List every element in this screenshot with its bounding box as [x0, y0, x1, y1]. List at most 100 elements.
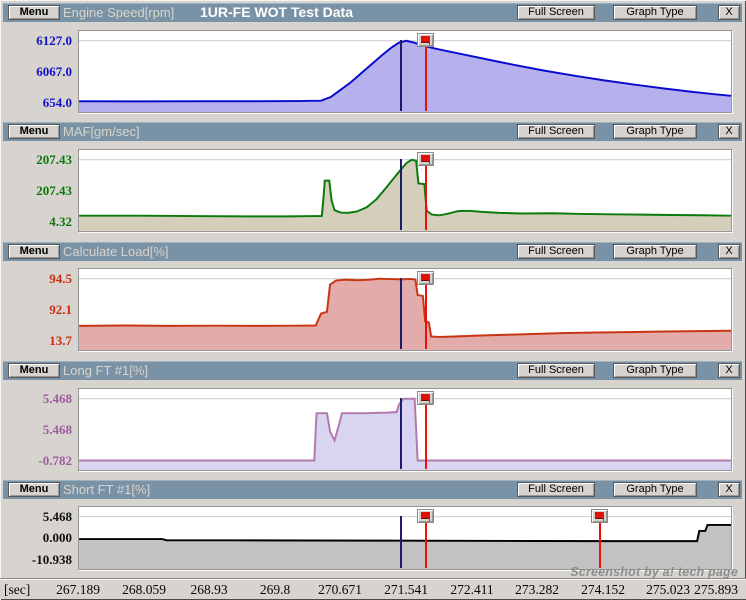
- close-button[interactable]: X: [718, 482, 740, 497]
- cursor-line-blue[interactable]: [400, 516, 402, 568]
- y-axis-labels: 6127.0 6067.0 654.0: [0, 30, 76, 113]
- y-axis-labels: 94.592.113.7: [0, 268, 76, 351]
- cursor-flag-button[interactable]: [417, 509, 434, 523]
- cursor-line-red: [425, 284, 427, 349]
- y-label-min: -10.938: [32, 552, 72, 568]
- y-label-min: 654.0: [43, 95, 72, 111]
- time-axis-tick: 273.282: [515, 582, 559, 598]
- time-axis-tick: 271.541: [384, 582, 428, 598]
- menu-button[interactable]: Menu: [8, 244, 60, 259]
- panel-long-ft-1: MenuLong FT #1[%] Full Screen Graph Type X 5…: [0, 361, 746, 471]
- graph-type-button[interactable]: Graph Type: [613, 5, 697, 20]
- series-fill: [79, 279, 731, 350]
- flag-pole-icon: [429, 155, 430, 164]
- panel-short-ft-1: MenuShort FT #1[%] Full Screen Graph Type X…: [0, 480, 746, 570]
- y-label-max: 6127.0: [36, 33, 72, 49]
- graph-type-button[interactable]: Graph Type: [613, 363, 697, 378]
- close-button[interactable]: X: [718, 5, 740, 20]
- menu-button[interactable]: Menu: [8, 482, 60, 497]
- panel-title: MAF[gm/sec]: [63, 122, 140, 141]
- menu-button[interactable]: Menu: [8, 124, 60, 139]
- close-button[interactable]: X: [718, 363, 740, 378]
- cursor-flag-button[interactable]: [591, 509, 608, 523]
- y-label-max: 5.468: [43, 509, 72, 525]
- cursor-flag-button[interactable]: [417, 152, 434, 166]
- panel-header: MenuMAF[gm/sec] Full Screen Graph Type X: [3, 122, 742, 141]
- menu-button[interactable]: Menu: [8, 363, 60, 378]
- cursor-flag-button[interactable]: [417, 271, 434, 285]
- cursor-line-red: [425, 165, 427, 230]
- plot-area-maf-gm-sec[interactable]: [78, 149, 732, 232]
- plot-area-engine-speed-rpm[interactable]: [78, 30, 732, 113]
- full-screen-button[interactable]: Full Screen: [517, 244, 595, 259]
- time-axis-tick: 269.8: [260, 582, 290, 598]
- y-axis-labels: 207.43 207.43 4.32: [0, 149, 76, 232]
- series-maf-gm-sec: [79, 150, 731, 231]
- graph-type-button[interactable]: Graph Type: [613, 482, 697, 497]
- time-axis-unit: [sec]: [4, 582, 30, 598]
- cursor-line-blue[interactable]: [400, 398, 402, 469]
- full-screen-button[interactable]: Full Screen: [517, 363, 595, 378]
- panel-title: Long FT #1[%]: [63, 361, 148, 380]
- app-window: MenuEngine Speed[rpm]1UR-FE WOT Test Dat…: [0, 0, 746, 600]
- full-screen-button[interactable]: Full Screen: [517, 5, 595, 20]
- cursor-flag-button[interactable]: [417, 33, 434, 47]
- series-short-ft-1: [79, 507, 731, 569]
- time-axis-tick: 270.671: [318, 582, 362, 598]
- page-title: 1UR-FE WOT Test Data: [200, 3, 353, 22]
- panel-title: Short FT #1[%]: [63, 480, 150, 499]
- series-engine-speed-rpm: [79, 31, 731, 112]
- close-button[interactable]: X: [718, 244, 740, 259]
- y-label-min: 4.32: [49, 214, 72, 230]
- full-screen-button[interactable]: Full Screen: [517, 124, 595, 139]
- flag-pole-icon: [429, 394, 430, 403]
- menu-button[interactable]: Menu: [8, 5, 60, 20]
- y-label-min: 13.7: [49, 333, 72, 349]
- time-axis-tick: 267.189: [56, 582, 100, 598]
- cursor-line-blue[interactable]: [400, 40, 402, 111]
- panel-maf-gm-sec: MenuMAF[gm/sec] Full Screen Graph Type X 207…: [0, 122, 746, 232]
- plot-area-long-ft-1[interactable]: [78, 388, 732, 471]
- time-axis-tick: 272.411: [450, 582, 493, 598]
- time-axis-tick: 268.93: [190, 582, 227, 598]
- series-fill: [79, 525, 731, 569]
- y-label-cursor: 6067.0: [36, 64, 72, 80]
- series-fill: [79, 160, 731, 231]
- cursor-line-red: [425, 46, 427, 111]
- y-label-cursor: 5.468: [43, 422, 72, 438]
- watermark-text: Screenshot by a! tech page: [570, 565, 738, 579]
- cursor-line-red: [425, 522, 427, 568]
- full-screen-button[interactable]: Full Screen: [517, 482, 595, 497]
- y-label-min: -0.782: [38, 453, 72, 469]
- flag-pole-icon: [603, 512, 604, 521]
- time-axis: [sec] 267.189268.059268.93269.8270.67127…: [0, 578, 746, 599]
- cursor-line-blue[interactable]: [400, 278, 402, 349]
- time-axis-tick: 274.152: [581, 582, 625, 598]
- cursor-line-blue[interactable]: [400, 159, 402, 230]
- y-label-max: 94.5: [49, 271, 72, 287]
- panel-engine-speed-rpm: MenuEngine Speed[rpm] 1UR-FE WOT Test Dat…: [0, 3, 746, 113]
- panel-header: MenuCalculate Load[%] Full Screen Graph Ty…: [3, 242, 742, 261]
- plot-area-calculate-load[interactable]: [78, 268, 732, 351]
- panel-header: MenuLong FT #1[%] Full Screen Graph Type X: [3, 361, 742, 380]
- panel-calculate-load: MenuCalculate Load[%] Full Screen Graph Ty…: [0, 242, 746, 351]
- y-axis-labels: 5.468 5.468 -0.782: [0, 388, 76, 471]
- panel-title: Engine Speed[rpm]: [63, 3, 174, 22]
- graph-type-button[interactable]: Graph Type: [613, 244, 697, 259]
- time-axis-tick: 275.893: [694, 582, 738, 598]
- cursor-line-red: [425, 404, 427, 469]
- y-label-cursor: 207.43: [36, 183, 72, 199]
- y-axis-labels: 5.4680.000-10.938: [0, 506, 76, 570]
- cursor-flag-button[interactable]: [417, 391, 434, 405]
- y-label-max: 5.468: [43, 391, 72, 407]
- series-line: [79, 525, 731, 541]
- graph-type-button[interactable]: Graph Type: [613, 124, 697, 139]
- close-button[interactable]: X: [718, 124, 740, 139]
- panel-title: Calculate Load[%]: [63, 242, 169, 261]
- y-label-max: 207.43: [36, 152, 72, 168]
- cursor-line-red: [599, 522, 601, 568]
- series-fill: [79, 399, 731, 470]
- panel-header: MenuShort FT #1[%] Full Screen Graph Type X: [3, 480, 742, 499]
- plot-area-short-ft-1[interactable]: [78, 506, 732, 570]
- flag-pole-icon: [429, 36, 430, 45]
